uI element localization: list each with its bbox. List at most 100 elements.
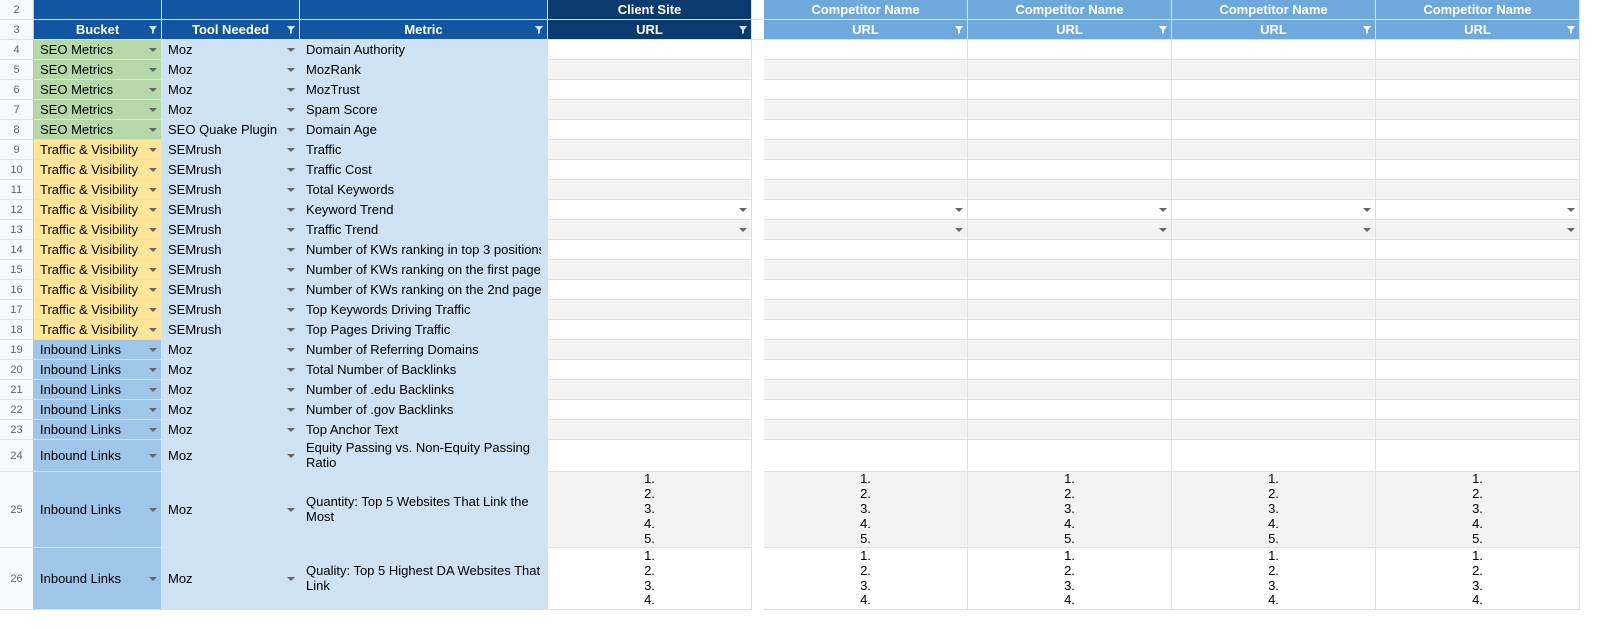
client-data-cell[interactable] [548, 140, 752, 160]
competitor-data-cell[interactable] [1172, 300, 1376, 320]
bucket-cell[interactable]: Traffic & Visibility [34, 280, 162, 300]
metric-cell[interactable]: MozRank [300, 60, 548, 80]
chevron-down-icon[interactable] [1361, 204, 1373, 216]
tool-cell[interactable]: Moz [162, 360, 300, 380]
filter-icon[interactable] [285, 24, 297, 36]
chevron-down-icon[interactable] [1565, 224, 1577, 236]
metric-cell[interactable]: Top Anchor Text [300, 420, 548, 440]
tool-cell[interactable]: Moz [162, 380, 300, 400]
client-data-cell[interactable] [548, 100, 752, 120]
chevron-down-icon[interactable] [1565, 204, 1577, 216]
chevron-down-icon[interactable] [285, 244, 297, 256]
tool-cell[interactable]: Moz [162, 60, 300, 80]
competitor-data-cell[interactable] [1172, 220, 1376, 240]
chevron-down-icon[interactable] [953, 204, 965, 216]
chevron-down-icon[interactable] [285, 573, 297, 585]
row-number[interactable]: 19 [0, 340, 34, 360]
chevron-down-icon[interactable] [1157, 224, 1169, 236]
competitor-data-cell[interactable] [764, 160, 968, 180]
chevron-down-icon[interactable] [147, 450, 159, 462]
header-client-site[interactable]: Client Site [548, 0, 752, 20]
client-data-cell[interactable] [548, 420, 752, 440]
chevron-down-icon[interactable] [147, 64, 159, 76]
tool-cell[interactable]: Moz [162, 548, 300, 610]
chevron-down-icon[interactable] [285, 44, 297, 56]
competitor-data-cell[interactable] [1376, 260, 1580, 280]
competitor-data-cell[interactable] [968, 180, 1172, 200]
header-url-comp3[interactable]: URL [1172, 20, 1376, 40]
competitor-data-cell[interactable]: 1. 2. 3. 4. 5. [968, 472, 1172, 548]
tool-cell[interactable]: SEMrush [162, 300, 300, 320]
client-data-cell[interactable] [548, 260, 752, 280]
client-data-cell[interactable]: 1. 2. 3. 4. [548, 548, 752, 610]
competitor-data-cell[interactable] [1172, 320, 1376, 340]
row-number[interactable]: 6 [0, 80, 34, 100]
client-data-cell[interactable] [548, 380, 752, 400]
competitor-data-cell[interactable] [968, 80, 1172, 100]
bucket-cell[interactable]: Traffic & Visibility [34, 200, 162, 220]
client-data-cell[interactable] [548, 40, 752, 60]
chevron-down-icon[interactable] [285, 124, 297, 136]
competitor-data-cell[interactable]: 1. 2. 3. 4. [968, 548, 1172, 610]
competitor-data-cell[interactable] [968, 380, 1172, 400]
row-number[interactable]: 26 [0, 548, 34, 610]
row-number[interactable]: 5 [0, 60, 34, 80]
metric-cell[interactable]: Spam Score [300, 100, 548, 120]
competitor-data-cell[interactable] [1376, 340, 1580, 360]
client-data-cell[interactable] [548, 180, 752, 200]
row-number[interactable]: 17 [0, 300, 34, 320]
tool-cell[interactable]: Moz [162, 440, 300, 472]
chevron-down-icon[interactable] [285, 504, 297, 516]
row-number[interactable]: 20 [0, 360, 34, 380]
competitor-data-cell[interactable] [968, 100, 1172, 120]
competitor-data-cell[interactable] [764, 300, 968, 320]
client-data-cell[interactable] [548, 120, 752, 140]
metric-cell[interactable]: Equity Passing vs. Non-Equity Passing Ra… [300, 440, 548, 472]
competitor-data-cell[interactable] [764, 60, 968, 80]
competitor-data-cell[interactable] [764, 380, 968, 400]
competitor-data-cell[interactable] [1172, 200, 1376, 220]
tool-cell[interactable]: Moz [162, 40, 300, 60]
metric-cell[interactable]: Total Keywords [300, 180, 548, 200]
filter-icon[interactable] [953, 24, 965, 36]
row-number[interactable]: 11 [0, 180, 34, 200]
chevron-down-icon[interactable] [147, 344, 159, 356]
metric-cell[interactable]: Traffic Trend [300, 220, 548, 240]
competitor-data-cell[interactable] [968, 200, 1172, 220]
chevron-down-icon[interactable] [285, 384, 297, 396]
competitor-data-cell[interactable] [1172, 380, 1376, 400]
tool-cell[interactable]: Moz [162, 400, 300, 420]
header-competitor-2[interactable]: Competitor Name [968, 0, 1172, 20]
competitor-data-cell[interactable] [764, 80, 968, 100]
chevron-down-icon[interactable] [285, 144, 297, 156]
competitor-data-cell[interactable] [764, 360, 968, 380]
metric-cell[interactable]: Quality: Top 5 Highest DA Websites That … [300, 548, 548, 610]
chevron-down-icon[interactable] [285, 304, 297, 316]
row-number[interactable]: 16 [0, 280, 34, 300]
competitor-data-cell[interactable] [968, 280, 1172, 300]
competitor-data-cell[interactable] [1172, 340, 1376, 360]
bucket-cell[interactable]: Traffic & Visibility [34, 300, 162, 320]
metric-cell[interactable]: Domain Authority [300, 40, 548, 60]
competitor-data-cell[interactable] [764, 260, 968, 280]
competitor-data-cell[interactable] [968, 240, 1172, 260]
competitor-data-cell[interactable] [1376, 320, 1580, 340]
client-data-cell[interactable] [548, 400, 752, 420]
tool-cell[interactable]: SEO Quake Plugin [162, 120, 300, 140]
chevron-down-icon[interactable] [147, 573, 159, 585]
competitor-data-cell[interactable] [968, 120, 1172, 140]
competitor-data-cell[interactable] [968, 440, 1172, 472]
metric-cell[interactable]: Number of .edu Backlinks [300, 380, 548, 400]
competitor-data-cell[interactable] [968, 160, 1172, 180]
competitor-data-cell[interactable] [1376, 440, 1580, 472]
chevron-down-icon[interactable] [147, 364, 159, 376]
chevron-down-icon[interactable] [147, 244, 159, 256]
tool-cell[interactable]: SEMrush [162, 200, 300, 220]
bucket-cell[interactable]: Traffic & Visibility [34, 240, 162, 260]
competitor-data-cell[interactable] [1172, 80, 1376, 100]
metric-cell[interactable]: Number of KWs ranking on the 2nd page [300, 280, 548, 300]
client-data-cell[interactable] [548, 360, 752, 380]
competitor-data-cell[interactable] [1172, 400, 1376, 420]
bucket-cell[interactable]: SEO Metrics [34, 80, 162, 100]
metric-cell[interactable]: Total Number of Backlinks [300, 360, 548, 380]
